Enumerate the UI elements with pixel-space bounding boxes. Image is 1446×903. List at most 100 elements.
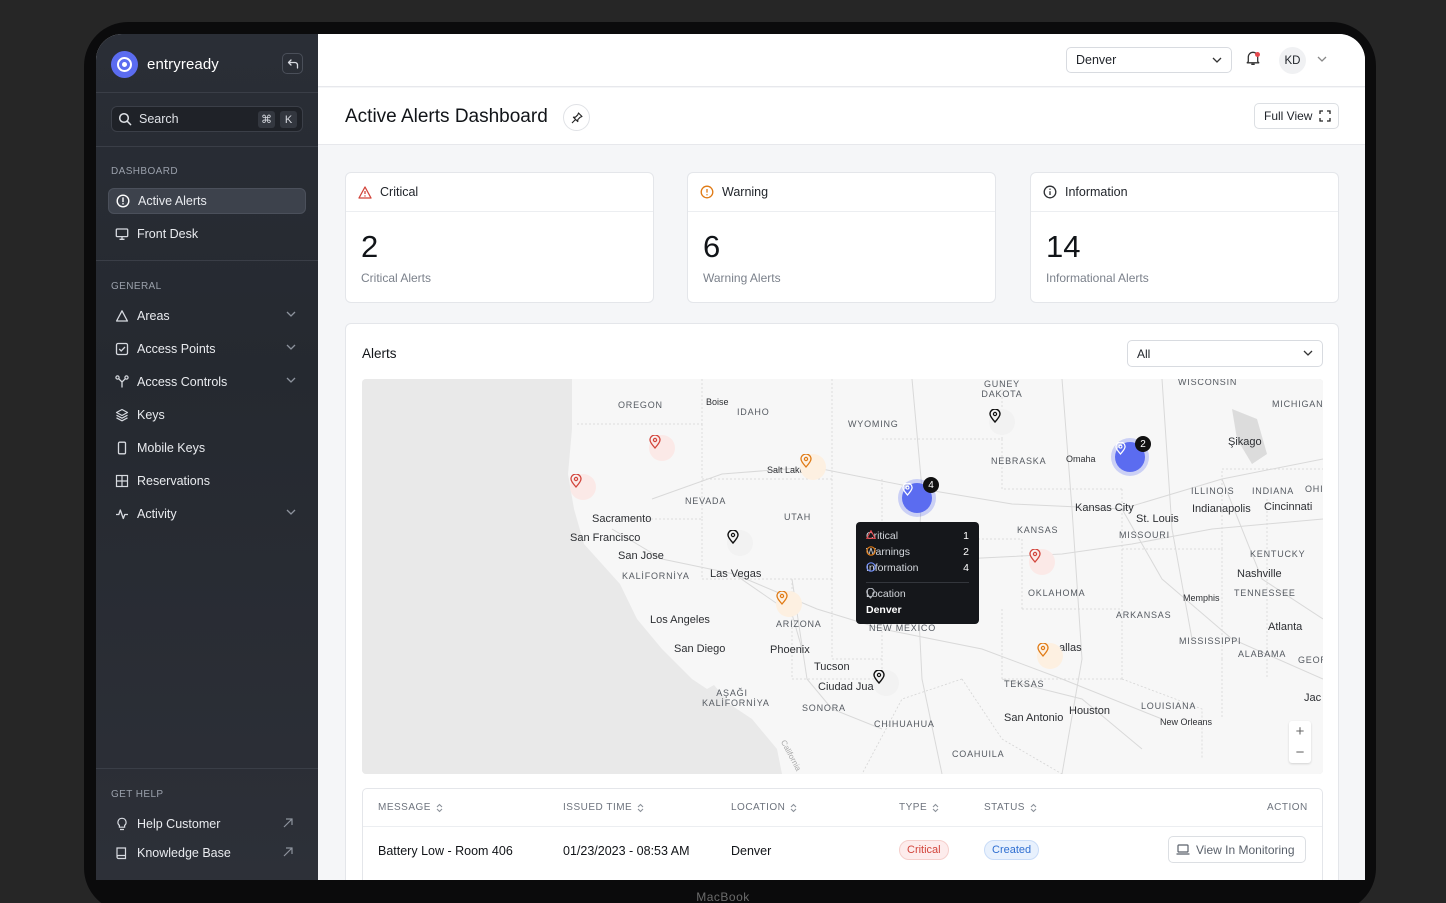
location-pin-icon (989, 409, 1001, 423)
column-header-action: ACTION (1267, 802, 1308, 813)
sidebar-item-label: Areas (137, 309, 170, 323)
avatar[interactable]: KD (1279, 47, 1306, 74)
location-pin-icon (902, 483, 913, 496)
map-label: San Jose (618, 550, 664, 562)
sort-icon (932, 803, 939, 812)
column-header-issued-time[interactable]: ISSUED TIME (563, 802, 644, 813)
full-view-button[interactable]: Full View (1254, 103, 1339, 129)
map-label: AŞAĞI KALİFORNİYA (702, 688, 770, 708)
sidebar-item-active-alerts[interactable]: Active Alerts (108, 188, 306, 214)
sidebar-item-label: Access Controls (137, 375, 228, 389)
sidebar-item-access-controls[interactable]: Access Controls (108, 369, 306, 395)
location-pin-icon (866, 588, 875, 599)
view-in-monitoring-button[interactable]: View In Monitoring (1168, 836, 1306, 863)
column-header-label: ISSUED TIME (563, 802, 633, 813)
map-label: WISCONSIN (1178, 379, 1238, 387)
monitor-icon (114, 227, 129, 242)
sidebar-item-knowledge-base[interactable]: Knowledge Base (108, 840, 306, 866)
sidebar-divider (96, 146, 318, 147)
warning-circle-icon (700, 185, 714, 199)
map-label: UTAH (784, 512, 812, 522)
column-header-status[interactable]: STATUS (984, 802, 1037, 813)
sidebar-item-access-points[interactable]: Access Points (108, 336, 306, 362)
map-label: Ciudad Jua (818, 681, 874, 693)
map-pin-info[interactable] (989, 409, 1015, 435)
column-header-label: MESSAGE (378, 802, 431, 813)
sidebar-divider (96, 92, 318, 93)
map-label: IDAHO (737, 407, 770, 417)
sidebar-item-activity[interactable]: Activity (108, 501, 306, 527)
search-input[interactable]: Search ⌘ K (111, 106, 303, 132)
section-label-general: GENERAL (111, 281, 162, 292)
column-header-label: STATUS (984, 802, 1025, 813)
warning-triangle-icon (358, 185, 372, 199)
collapse-sidebar-button[interactable] (282, 53, 303, 74)
alerts-title: Alerts (362, 346, 397, 361)
zoom-out-button[interactable]: − (1289, 742, 1311, 763)
column-header-type[interactable]: TYPE (899, 802, 939, 813)
stat-card-title: Critical (380, 185, 419, 199)
map-label: San Francisco (570, 532, 641, 544)
map-label: San Antonio (1004, 712, 1064, 724)
map-label: New Orleans (1160, 717, 1213, 727)
map-label: Las Vegas (710, 568, 762, 580)
brand[interactable]: entryready (111, 50, 219, 78)
section-label-get-help: GET HELP (111, 789, 164, 800)
section-label-dashboard: DASHBOARD (111, 166, 178, 177)
map-label: OKLAHOMA (1028, 588, 1086, 598)
sidebar-item-areas[interactable]: Areas (108, 303, 306, 329)
map-pin-warning[interactable] (1037, 643, 1063, 669)
map-label: GEORGİ (1298, 655, 1323, 665)
chevron-down-icon[interactable] (1317, 56, 1327, 62)
sidebar-item-help-customer[interactable]: Help Customer (108, 811, 306, 837)
alerts-map[interactable]: OREGON Boise IDAHO WYOMING GUNEY DAKOTA … (362, 379, 1323, 774)
stat-card-information[interactable]: Information 14 Informational Alerts (1030, 172, 1339, 303)
view-in-monitoring-label: View In Monitoring (1196, 842, 1295, 857)
sidebar-item-mobile-keys[interactable]: Mobile Keys (108, 435, 306, 461)
map-pin-critical[interactable] (649, 435, 675, 461)
map-pin-critical[interactable] (1029, 549, 1055, 575)
map-pin-warning[interactable] (800, 454, 826, 480)
location-select[interactable]: Denver (1066, 47, 1232, 73)
location-pin-icon (1029, 549, 1041, 563)
map-label: COAHUILA (952, 749, 1005, 759)
sidebar: entryready Search ⌘ K DASHBOARD Active A… (96, 34, 318, 880)
main-content: Denver KD Active Alerts Dashboard Full V… (318, 34, 1365, 880)
sidebar-item-front-desk[interactable]: Front Desk (108, 221, 306, 247)
sidebar-item-keys[interactable]: Keys (108, 402, 306, 428)
location-pin-icon (1115, 442, 1126, 455)
sidebar-item-label: Active Alerts (138, 194, 207, 208)
pin-button[interactable] (563, 104, 590, 131)
alerts-filter-select[interactable]: All (1127, 340, 1323, 367)
tooltip-value: 1 (963, 530, 969, 542)
info-circle-icon (1043, 185, 1057, 199)
column-header-message[interactable]: MESSAGE (378, 802, 443, 813)
location-pin-icon (570, 474, 582, 488)
map-pin-warning[interactable] (776, 591, 802, 617)
map-label: San Diego (674, 643, 726, 655)
map-pin-info[interactable] (873, 670, 899, 696)
map-label: Memphis (1183, 593, 1220, 603)
column-header-location[interactable]: LOCATION (731, 802, 797, 813)
map-label: St. Louis (1136, 513, 1179, 525)
stat-card-subtitle: Warning Alerts (703, 271, 781, 285)
map-pin-info[interactable] (727, 530, 753, 556)
pin-icon (571, 111, 583, 123)
chevron-down-icon (286, 311, 296, 317)
sidebar-item-reservations[interactable]: Reservations (108, 468, 306, 494)
map-label: TEKSAS (1004, 679, 1045, 689)
map-label: MISSOURI (1119, 530, 1170, 540)
search-label: Search (139, 112, 179, 126)
expand-icon (1319, 110, 1332, 122)
map-label: Jac (1304, 692, 1322, 704)
zoom-in-button[interactable]: + (1289, 721, 1311, 742)
stat-card-warning[interactable]: Warning 6 Warning Alerts (687, 172, 996, 303)
sidebar-item-label: Reservations (137, 474, 210, 488)
stat-card-critical[interactable]: Critical 2 Critical Alerts (345, 172, 654, 303)
laptop-icon (1176, 844, 1190, 855)
map-zoom-control: + − (1289, 721, 1311, 763)
map-pin-critical[interactable] (570, 474, 596, 500)
map-label: Salt Lake (767, 465, 805, 475)
map-label: Los Angeles (650, 614, 710, 626)
location-select-value: Denver (1076, 53, 1117, 67)
